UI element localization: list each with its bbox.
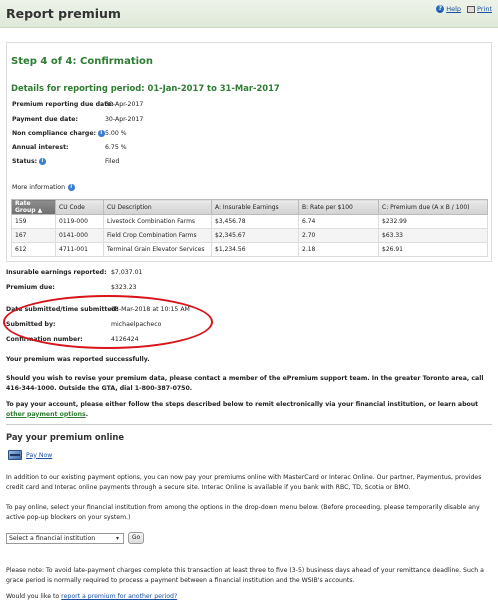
- report-another-period-link[interactable]: report a premium for another period?: [61, 593, 177, 600]
- column-header[interactable]: CU Code: [55, 199, 104, 215]
- help-icon: ?: [436, 5, 445, 13]
- table-row: 159 0119-000 Livestock Combination Farms $3…: [11, 214, 488, 229]
- pay-online-intro: In addition to our existing payment opti…: [6, 474, 482, 491]
- another-period-prompt: Would you like to report a premium for a…: [6, 593, 178, 600]
- page-header: Report premium ? Help Print: [0, 0, 498, 28]
- column-header[interactable]: CU Description: [103, 199, 212, 215]
- column-header[interactable]: C: Premium due (A x B / 100): [378, 199, 488, 215]
- rates-table: Rate Group ▲ CU Code CU Description A: I…: [11, 199, 488, 257]
- column-header[interactable]: A: Insurable Earnings: [211, 199, 299, 215]
- table-row: 167 0141-000 Field Crop Combination Farms $…: [11, 228, 488, 243]
- pay-now-link[interactable]: Pay Now: [8, 450, 52, 460]
- sort-icon: ▲: [37, 207, 43, 214]
- more-information[interactable]: More information i: [12, 184, 75, 191]
- info-icon[interactable]: i: [98, 130, 105, 137]
- other-payment-options-link[interactable]: other payment options: [6, 411, 86, 418]
- column-header[interactable]: B: Rate per $100: [298, 199, 379, 215]
- column-header[interactable]: Rate Group ▲: [11, 199, 56, 215]
- table-row: 612 4711-001 Terminal Grain Elevator Servi…: [11, 242, 488, 257]
- late-payment-note: Please note: To avoid late-payment charg…: [6, 567, 484, 584]
- pay-online-instructions: To pay online, select your financial ins…: [6, 504, 480, 521]
- financial-institution-select[interactable]: Select a financial institution ▾: [6, 533, 124, 544]
- info-icon[interactable]: i: [39, 158, 46, 165]
- pay-online-heading: Pay your premium online: [6, 432, 125, 442]
- credit-card-icon: [8, 450, 22, 460]
- print-link[interactable]: Print: [467, 5, 492, 13]
- help-link[interactable]: ? Help: [436, 5, 461, 13]
- confirmation-panel: Step 4 of 4: Confirmation Details for re…: [6, 42, 492, 262]
- success-message: Your premium was reported successfully.: [6, 356, 150, 363]
- pay-account-message: To pay your account, please either follo…: [6, 401, 479, 418]
- details-heading: Details for reporting period: 01-Jan-201…: [11, 83, 280, 93]
- step-heading: Step 4 of 4: Confirmation: [11, 56, 154, 67]
- divider: [6, 424, 492, 425]
- revise-message: Should you wish to revise your premium d…: [6, 375, 484, 392]
- printer-icon: [467, 5, 476, 13]
- info-icon[interactable]: i: [68, 184, 75, 191]
- header-links: ? Help Print: [436, 5, 492, 13]
- page-title: Report premium: [6, 6, 121, 21]
- table-header-row: Rate Group ▲ CU Code CU Description A: I…: [11, 199, 488, 215]
- go-button[interactable]: Go: [128, 532, 144, 544]
- highlight-oval: [3, 295, 213, 349]
- chevron-down-icon: ▾: [115, 535, 119, 542]
